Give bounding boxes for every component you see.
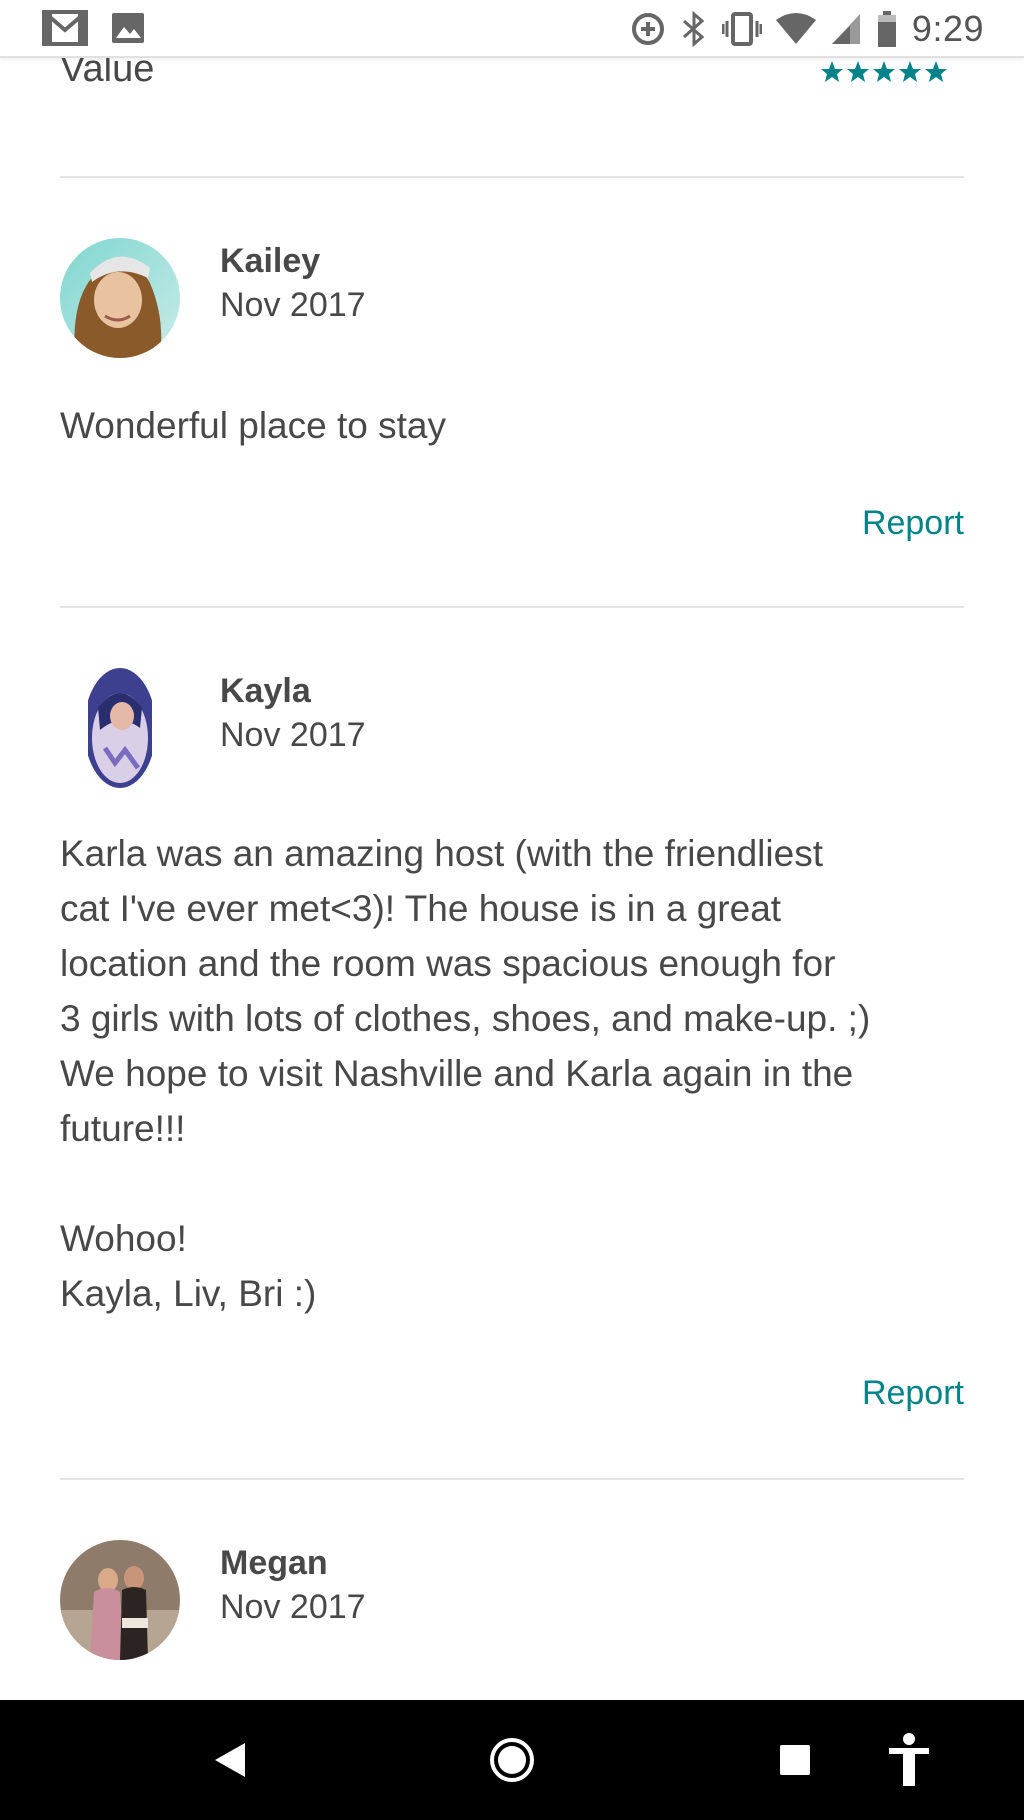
signal-icon <box>830 12 862 46</box>
vibrate-icon <box>721 11 762 47</box>
accessibility-button[interactable] <box>884 1700 934 1820</box>
star-icon <box>847 61 869 82</box>
star-icon <box>899 61 921 82</box>
review-date: Nov 2017 <box>220 1588 366 1626</box>
bluetooth-icon <box>680 11 708 47</box>
avatar[interactable] <box>60 238 180 358</box>
wifi-icon <box>775 12 816 46</box>
reviewer-name: Kayla <box>220 672 311 710</box>
divider <box>60 176 964 178</box>
image-icon <box>110 11 146 45</box>
review-item: Kailey Nov 2017 Wonderful place to stay … <box>60 238 964 598</box>
star-icon <box>925 61 947 82</box>
gmail-icon <box>42 10 88 46</box>
notification-icons <box>42 10 146 46</box>
reviews-list: Value Kailey Nov 2017 Wonderful place to… <box>0 58 1024 1700</box>
back-icon <box>215 1743 245 1777</box>
data-saver-icon <box>630 11 666 47</box>
star-rating <box>820 60 948 84</box>
avatar[interactable] <box>60 1540 180 1660</box>
battery-icon <box>876 10 898 48</box>
report-link[interactable]: Report <box>862 1374 964 1413</box>
accessibility-icon <box>889 1733 929 1786</box>
back-button[interactable] <box>200 1700 260 1820</box>
reviewer-name: Megan <box>220 1544 328 1582</box>
review-date: Nov 2017 <box>220 286 366 324</box>
review-text: Karla was an amazing host (with the frie… <box>60 833 871 1314</box>
review-text: Wonderful place to stay <box>60 405 446 446</box>
review-item: Megan Nov 2017 <box>60 1540 964 1700</box>
divider <box>60 1478 964 1480</box>
rating-label: Value <box>60 58 155 90</box>
navigation-bar <box>0 1700 1024 1820</box>
system-icons: 9:29 <box>630 8 984 50</box>
star-icon <box>873 61 895 82</box>
status-bar: 9:29 <box>0 0 1024 58</box>
reviewer-name: Kailey <box>220 242 321 280</box>
review-date: Nov 2017 <box>220 716 366 754</box>
avatar[interactable] <box>60 668 180 788</box>
divider <box>60 606 964 608</box>
home-icon <box>490 1738 534 1782</box>
recents-icon <box>780 1745 810 1775</box>
clock: 9:29 <box>911 8 984 49</box>
report-link[interactable]: Report <box>862 504 964 543</box>
rating-row-value: Value <box>60 58 964 98</box>
home-button[interactable] <box>480 1700 544 1820</box>
recents-button[interactable] <box>770 1700 820 1820</box>
star-icon <box>821 61 843 82</box>
review-item: Kayla Nov 2017 Karla was an amazing host… <box>60 668 964 1478</box>
